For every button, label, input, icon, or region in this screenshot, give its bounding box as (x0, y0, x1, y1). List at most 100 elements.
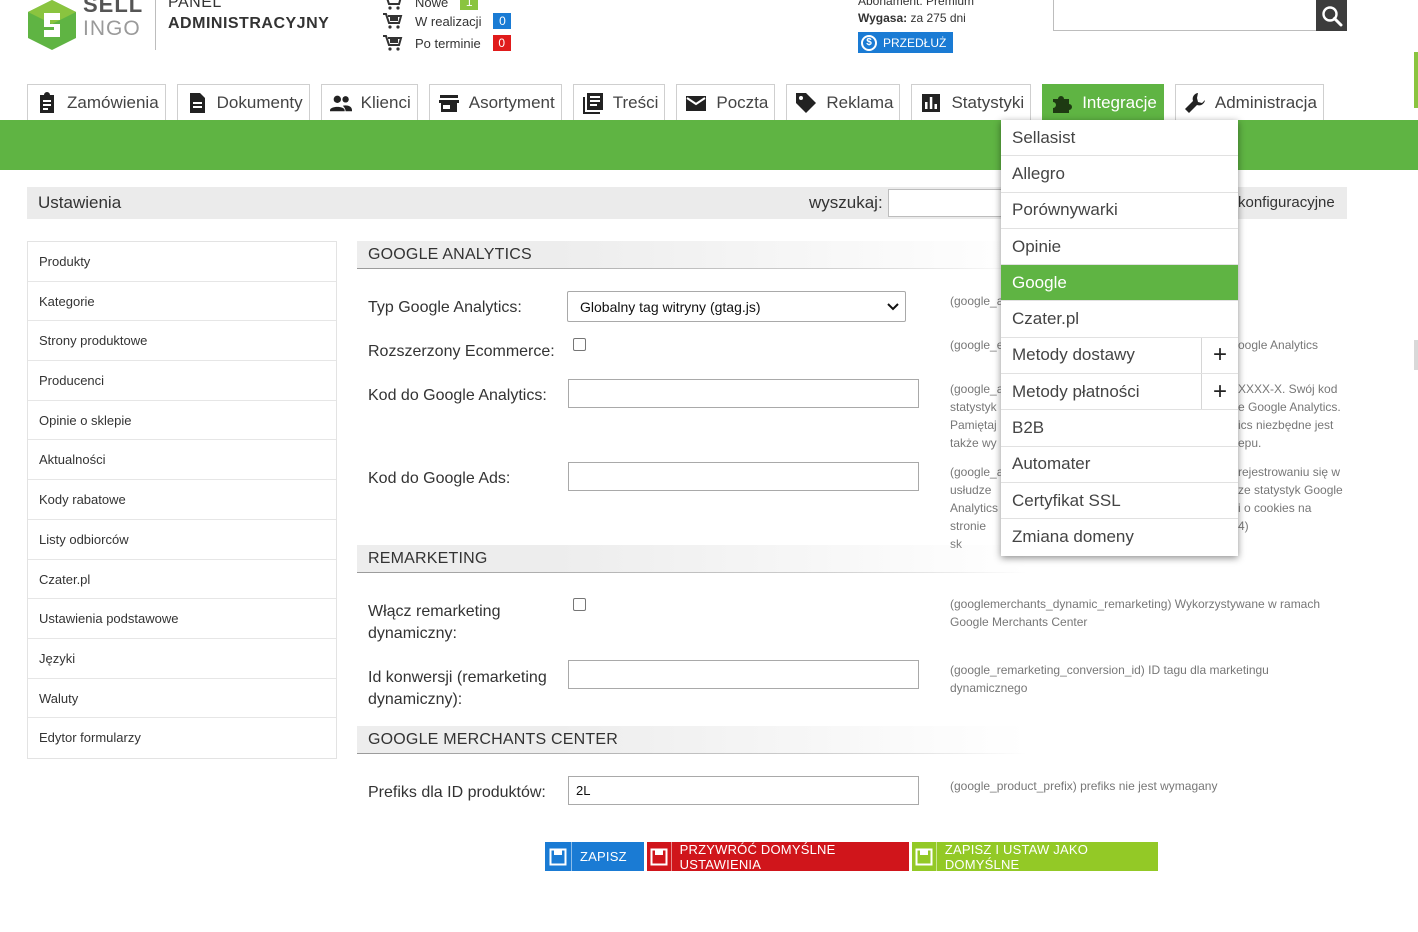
menu-item-google[interactable]: Google (1001, 265, 1238, 302)
help-line: Google Merchants Center (950, 615, 1088, 629)
menu-item-label: Metody płatności (1012, 381, 1140, 401)
orders-new-label: Nowe (415, 0, 449, 10)
nav-tab-poczta[interactable]: Poczta (676, 84, 776, 120)
help-line: XXXX-X. Swój kod (1238, 382, 1338, 396)
extend-subscription-button[interactable]: $ PRZEDŁUŻ (858, 32, 954, 53)
menu-item-label: Metody dostawy (1012, 345, 1135, 365)
menu-item-label: Zmiana domeny (1012, 527, 1134, 547)
nav-tab-asortyment[interactable]: Asortyment (428, 84, 562, 120)
help-line: także wy (950, 436, 997, 450)
main-navigation: Zamówienia Dokumenty Klienci Asortyment … (27, 84, 1335, 120)
menu-item-label: Czater.pl (1012, 309, 1080, 329)
menu-item-metody-platnosci[interactable]: Metody płatności + (1001, 374, 1238, 411)
nav-tab-tresci[interactable]: Treści (572, 84, 666, 120)
global-search-input[interactable] (1053, 0, 1317, 31)
ga-type-select[interactable]: Globalny tag witryny (gtag.js) (567, 291, 906, 322)
menu-item-sellasist[interactable]: Sellasist (1001, 120, 1238, 157)
sidebar-item-ustawienia-podstawowe[interactable]: Ustawienia podstawowe (28, 599, 336, 639)
settings-title: Ustawienia (38, 193, 122, 212)
sidebar-item-produkty[interactable]: Produkty (28, 242, 336, 282)
nav-tab-administracja[interactable]: Administracja (1174, 84, 1324, 120)
sidebar-item-listy-odbiorcow[interactable]: Listy odbiorców (28, 520, 336, 560)
nav-tab-klienci[interactable]: Klienci (320, 84, 418, 120)
plus-icon[interactable]: + (1201, 337, 1238, 374)
save-as-default-button[interactable]: ZAPISZ I USTAW JAKO DOMYŚLNE (912, 841, 1158, 872)
sidebar-item-jezyki[interactable]: Języki (28, 639, 336, 679)
floppy-disk-icon (647, 842, 672, 871)
plus-icon[interactable]: + (1201, 374, 1238, 410)
mail-icon (686, 95, 707, 111)
sidebar-item-kategorie[interactable]: Kategorie (28, 282, 336, 322)
sidebar-item-aktualnosci[interactable]: Aktualności (28, 440, 336, 481)
cart-icon (386, 0, 402, 10)
sidebar-item-opinie[interactable]: Opinie o sklepie (28, 401, 336, 441)
nav-tab-label: Zamówienia (67, 92, 159, 112)
cart-icon (383, 13, 403, 29)
orders-overdue-badge: 0 (492, 35, 511, 51)
menu-item-label: B2B (1012, 418, 1045, 438)
restore-defaults-button[interactable]: PRZYWRÓĆ DOMYŚLNE USTAWIENIA (647, 842, 909, 872)
save-button-label: ZAPISZ (580, 849, 627, 864)
menu-item-porownywarki[interactable]: Porównywarki (1001, 193, 1238, 229)
nav-tab-label: Dokumenty (216, 92, 303, 112)
ga-code-help-right: XXXX-X. Swój kod e Google Analytics. ics… (1238, 380, 1358, 452)
help-line: (googlemerchants_dynamic_remarketing) Wy… (950, 597, 1321, 611)
clipboard-icon (40, 91, 54, 113)
nav-tab-label: Administracja (1214, 92, 1317, 112)
menu-item-czater[interactable]: Czater.pl (1001, 301, 1238, 338)
ecommerce-checkbox[interactable] (573, 338, 586, 351)
menu-item-label: Automater (1012, 454, 1091, 474)
label-line: dynamiczny): (368, 691, 463, 708)
help-line: ze statystyk Google (1238, 483, 1343, 497)
nav-tab-dokumenty[interactable]: Dokumenty (176, 84, 310, 120)
menu-item-zmiana-domeny[interactable]: Zmiana domeny (1001, 519, 1238, 555)
integracje-dropdown-menu: Sellasist Allegro Porównywarki Opinie Go… (1001, 120, 1238, 556)
prefix-input[interactable] (568, 776, 919, 805)
cart-icon (383, 35, 403, 51)
settings-sidebar: Produkty Kategorie Strony produktowe Pro… (27, 241, 337, 759)
menu-item-automater[interactable]: Automater (1001, 447, 1238, 483)
orders-overdue-link[interactable]: Po terminie 0 (382, 33, 511, 53)
global-search-button[interactable] (1316, 0, 1347, 31)
menu-item-b2b[interactable]: B2B (1001, 410, 1238, 447)
library-icon (582, 92, 603, 114)
conversion-id-input[interactable] (568, 660, 919, 689)
expiry-label: Wygasa: (858, 11, 908, 25)
sidebar-item-czater[interactable]: Czater.pl (28, 560, 336, 600)
page-edge-marker (1414, 340, 1418, 370)
menu-item-metody-dostawy[interactable]: Metody dostawy + (1001, 337, 1238, 375)
label-line: Włącz remarketing (368, 603, 501, 620)
configuration-link[interactable]: konfiguracyjne (1238, 194, 1335, 211)
ga-code-input[interactable] (568, 379, 919, 408)
save-button[interactable]: ZAPISZ (545, 842, 644, 871)
section-divider (357, 268, 1027, 269)
help-line: i o cookies na (1238, 501, 1312, 515)
page-edge-marker (1414, 52, 1418, 108)
help-line: 4) (1238, 519, 1249, 533)
settings-search-input[interactable] (888, 189, 1008, 217)
sidebar-item-kody-rabatowe[interactable]: Kody rabatowe (28, 480, 336, 520)
sidebar-item-strony-produktowe[interactable]: Strony produktowe (28, 321, 336, 362)
sidebar-item-producenci[interactable]: Producenci (28, 361, 336, 401)
nav-tab-reklama[interactable]: Reklama (786, 84, 901, 120)
save-as-default-label: ZAPISZ I USTAW JAKO DOMYŚLNE (944, 841, 1089, 872)
dyn-remarketing-help: (googlemerchants_dynamic_remarketing) Wy… (950, 595, 1350, 631)
nav-tab-zamowienia[interactable]: Zamówienia (27, 84, 166, 120)
sidebar-item-edytor-formularzy[interactable]: Edytor formularzy (28, 718, 336, 758)
menu-item-label: Google (1012, 272, 1067, 292)
dyn-remarketing-checkbox[interactable] (573, 598, 586, 611)
menu-item-opinie[interactable]: Opinie (1001, 229, 1238, 266)
search-icon (1321, 5, 1342, 26)
orders-in-progress-link[interactable]: W realizacji 0 (382, 11, 512, 31)
menu-item-allegro[interactable]: Allegro (1001, 156, 1238, 193)
nav-tab-integracje[interactable]: Integracje (1042, 84, 1164, 120)
menu-item-label: Opinie (1012, 236, 1062, 256)
panel-title-line2: ADMINISTRACYJNY (168, 15, 330, 32)
nav-tab-statystyki[interactable]: Statystyki (911, 84, 1032, 120)
help-line: rejestrowaniu się w (1238, 465, 1341, 479)
ecommerce-help-right: oogle Analytics (1238, 338, 1319, 352)
conversion-id-label: Id konwersji (remarketing dynamiczny): (368, 667, 547, 711)
ads-code-input[interactable] (568, 462, 919, 491)
menu-item-certyfikat-ssl[interactable]: Certyfikat SSL (1001, 483, 1238, 520)
sidebar-item-waluty[interactable]: Waluty (28, 679, 336, 719)
